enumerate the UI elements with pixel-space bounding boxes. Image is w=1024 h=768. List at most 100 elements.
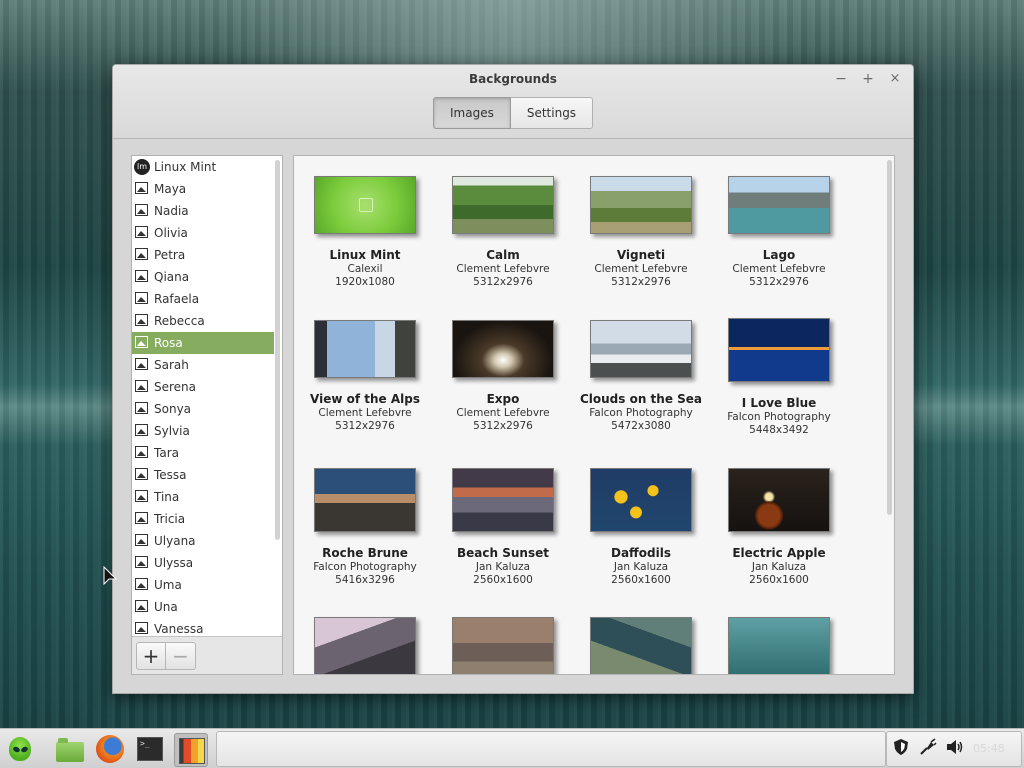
sidebar-item-label: Olivia	[154, 226, 188, 240]
wallpaper-tile[interactable]: Calm Clement Lefebvre 5312x2976	[438, 176, 568, 288]
close-icon[interactable]: ×	[886, 70, 904, 88]
wallpaper-resolution: 5312x2976	[335, 420, 395, 432]
wallpaper-thumbnail	[728, 468, 830, 532]
files-launcher[interactable]	[54, 733, 86, 765]
sidebar-item-label: Rebecca	[154, 314, 205, 328]
sidebar-item-rafaela[interactable]: Rafaela	[132, 288, 274, 310]
wallpaper-title: Electric Apple	[732, 546, 826, 560]
wallpaper-author: Clement Lefebvre	[456, 263, 550, 275]
sidebar-item-maya[interactable]: Maya	[132, 178, 274, 200]
sidebar-item-tricia[interactable]: Tricia	[132, 508, 274, 530]
wallpaper-tile[interactable]: Lago Clement Lefebvre 5312x2976	[714, 176, 844, 288]
image-icon	[135, 248, 148, 260]
wallpaper-tile[interactable]: Linux Mint Calexil 1920x1080	[300, 176, 430, 288]
window-list[interactable]	[216, 731, 886, 767]
sidebar-item-vanessa[interactable]: Vanessa	[132, 618, 274, 636]
wallpaper-thumbnail	[728, 318, 830, 382]
sidebar-item-rebecca[interactable]: Rebecca	[132, 310, 274, 332]
image-icon	[135, 534, 148, 546]
wallpaper-author: Jan Kaluza	[475, 561, 531, 573]
wallpaper-tile[interactable]: Clouds on the Sea Falcon Photography 547…	[576, 320, 706, 432]
wallpaper-resolution: 2560x1600	[611, 574, 671, 586]
wallpaper-thumbnail	[452, 617, 554, 674]
tab-settings[interactable]: Settings	[510, 97, 594, 129]
sidebar-item-nadia[interactable]: Nadia	[132, 200, 274, 222]
wallpaper-author: Jan Kaluza	[613, 561, 669, 573]
sidebar-item-qiana[interactable]: Qiana	[132, 266, 274, 288]
sidebar-item-linux-mint[interactable]: lm Linux Mint	[132, 156, 274, 178]
wallpaper-title: Lago	[762, 248, 796, 262]
wallpaper-author: Clement Lefebvre	[318, 407, 412, 419]
wallpaper-resolution: 1920x1080	[335, 276, 395, 288]
wallpaper-tile[interactable]	[300, 617, 430, 674]
wallpaper-tile[interactable]: Electric Apple Jan Kaluza 2560x1600	[714, 468, 844, 586]
sidebar-item-ulyana[interactable]: Ulyana	[132, 530, 274, 552]
grid-scrollbar[interactable]	[887, 160, 892, 515]
sidebar-item-uma[interactable]: Uma	[132, 574, 274, 596]
mouse-cursor-icon	[103, 566, 117, 586]
wallpaper-tile[interactable]: I Love Blue Falcon Photography 5448x3492	[714, 318, 844, 436]
volume-icon[interactable]	[945, 738, 965, 762]
wallpaper-tile[interactable]: Beach Sunset Jan Kaluza 2560x1600	[438, 468, 568, 586]
minimize-icon[interactable]: −	[832, 70, 850, 88]
sidebar-item-rosa[interactable]: Rosa	[132, 332, 274, 354]
wallpaper-thumbnail	[314, 617, 416, 674]
wallpaper-thumbnail	[452, 468, 554, 532]
wallpaper-tile[interactable]: Roche Brune Falcon Photography 5416x3296	[300, 468, 430, 586]
window-title: Backgrounds	[469, 72, 557, 86]
sidebar-item-label: Uma	[154, 578, 182, 592]
wallpaper-thumbnail	[590, 176, 692, 234]
wallpaper-tile[interactable]	[438, 617, 568, 674]
remove-folder-button[interactable]: −	[166, 642, 196, 670]
image-icon	[135, 204, 148, 216]
image-icon	[135, 490, 148, 502]
sidebar-item-label: Ulyssa	[154, 556, 194, 570]
sidebar-item-petra[interactable]: Petra	[132, 244, 274, 266]
wallpaper-title: Daffodils	[611, 546, 671, 560]
backgrounds-launcher[interactable]	[174, 733, 208, 767]
wallpaper-title: Clouds on the Sea	[579, 392, 703, 406]
backgrounds-window: Backgrounds − + × Images Settings lm Lin…	[112, 64, 914, 694]
firefox-launcher[interactable]	[94, 733, 126, 765]
sidebar-scrollbar[interactable]	[275, 160, 280, 540]
sidebar-item-label: Linux Mint	[154, 160, 217, 174]
sidebar-item-tina[interactable]: Tina	[132, 486, 274, 508]
terminal-icon: >_	[137, 737, 163, 761]
wallpaper-tile[interactable]: Expo Clement Lefebvre 5312x2976	[438, 320, 568, 432]
sidebar-item-label: Sarah	[154, 358, 189, 372]
sidebar-item-label: Rafaela	[154, 292, 200, 306]
sidebar-item-serena[interactable]: Serena	[132, 376, 274, 398]
add-folder-button[interactable]: +	[136, 642, 166, 670]
image-icon	[135, 424, 148, 436]
wallpaper-title: Calm	[486, 248, 520, 262]
titlebar[interactable]: Backgrounds − + × Images Settings	[113, 65, 913, 139]
tab-bar: Images Settings	[433, 97, 594, 129]
network-icon[interactable]	[919, 738, 937, 762]
firefox-icon	[96, 735, 124, 763]
image-icon	[135, 600, 148, 612]
sidebar-item-tessa[interactable]: Tessa	[132, 464, 274, 486]
sidebar-item-tara[interactable]: Tara	[132, 442, 274, 464]
sidebar-item-sonya[interactable]: Sonya	[132, 398, 274, 420]
clock[interactable]: 05:48	[973, 742, 1005, 755]
wallpaper-tile[interactable]: View of the Alps Clement Lefebvre 5312x2…	[300, 320, 430, 432]
sidebar-item-sylvia[interactable]: Sylvia	[132, 420, 274, 442]
sidebar-item-ulyssa[interactable]: Ulyssa	[132, 552, 274, 574]
system-tray: 05:48	[886, 731, 1022, 767]
sidebar-item-olivia[interactable]: Olivia	[132, 222, 274, 244]
terminal-launcher[interactable]: >_	[134, 733, 166, 765]
shield-icon[interactable]	[893, 738, 909, 762]
tab-images[interactable]: Images	[433, 97, 511, 129]
sidebar-item-sarah[interactable]: Sarah	[132, 354, 274, 376]
wallpaper-tile[interactable]	[576, 617, 706, 674]
taskbar: >_ 05:48	[0, 728, 1024, 768]
wallpaper-tile[interactable]: Daffodils Jan Kaluza 2560x1600	[576, 468, 706, 586]
wallpaper-tile[interactable]: Vigneti Clement Lefebvre 5312x2976	[576, 176, 706, 288]
image-icon	[135, 556, 148, 568]
menu-button[interactable]	[6, 735, 34, 763]
backgrounds-icon	[179, 738, 205, 764]
maximize-icon[interactable]: +	[859, 70, 877, 88]
sidebar-item-una[interactable]: Una	[132, 596, 274, 618]
image-icon	[135, 270, 148, 282]
wallpaper-tile[interactable]	[714, 617, 844, 674]
